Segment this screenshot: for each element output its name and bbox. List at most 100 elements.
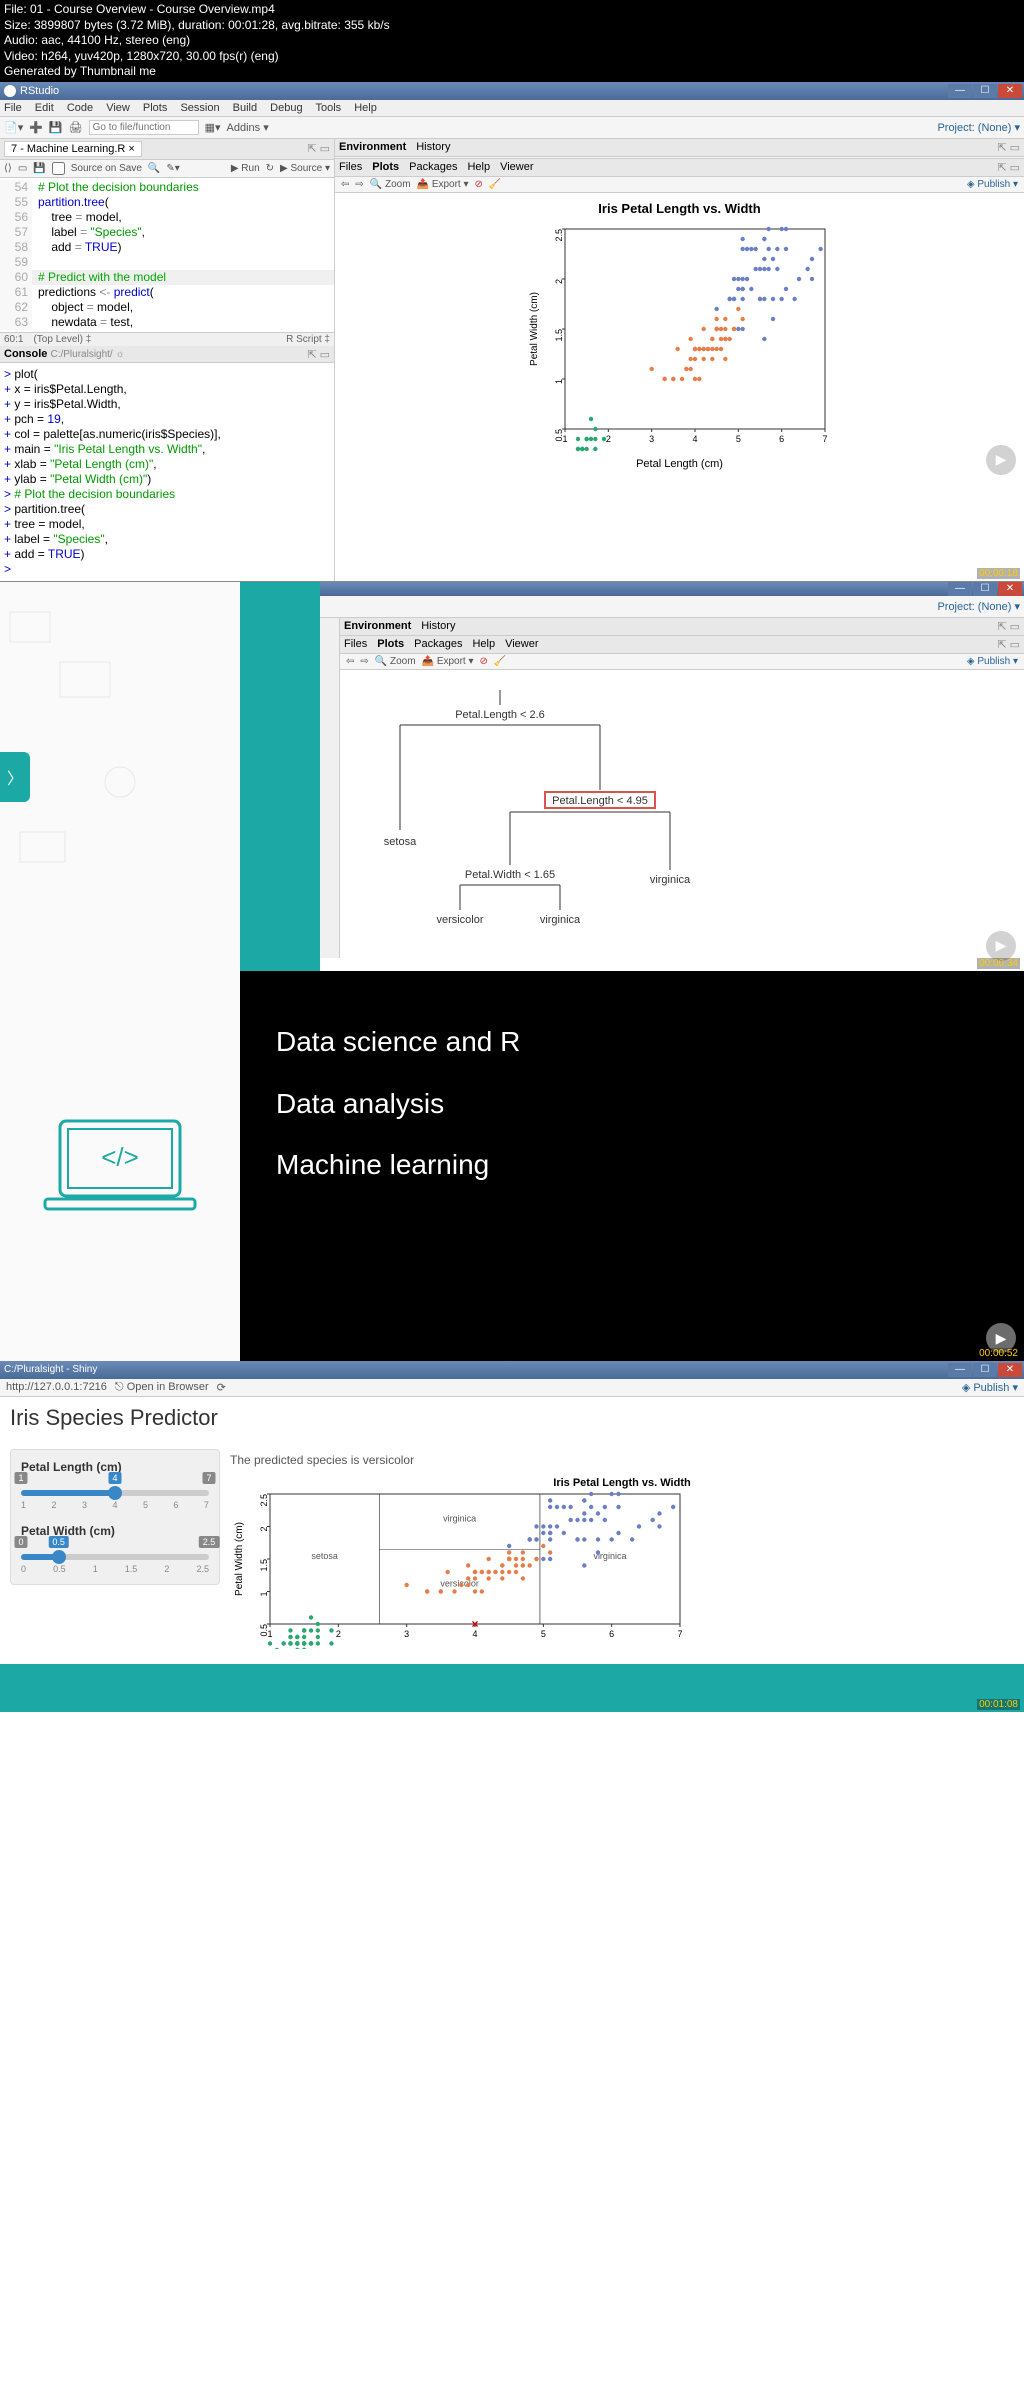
slider1[interactable]: 4 1 7 bbox=[21, 1490, 209, 1496]
minimize-button[interactable]: — bbox=[948, 582, 972, 596]
tab-files[interactable]: Files bbox=[344, 638, 367, 650]
svg-text:versicolor: versicolor bbox=[436, 914, 483, 926]
publish-button[interactable]: ◈ Publish ▾ bbox=[967, 179, 1018, 190]
remove-plot-icon[interactable]: ⊘ bbox=[475, 179, 483, 190]
slider2[interactable]: 0.5 0 2.5 bbox=[21, 1554, 209, 1560]
thumbnail-2: 〉 —☐✕ Project: (None) ▾ Environment Histo… bbox=[0, 581, 1024, 971]
tab-help[interactable]: Help bbox=[467, 161, 490, 173]
close-button[interactable]: ✕ bbox=[998, 582, 1022, 596]
open-browser-button[interactable]: ⎋ Open in Browser bbox=[115, 1381, 209, 1394]
shiny-titlebar: C:/Pluralsight - Shiny —☐✕ bbox=[0, 1361, 1024, 1379]
next-plot-icon[interactable]: ⇨ bbox=[355, 179, 363, 190]
goto-input[interactable] bbox=[89, 120, 199, 135]
show-in-new-icon[interactable]: ▭ bbox=[18, 163, 27, 174]
source-button[interactable]: ▶ Source ▾ bbox=[280, 163, 330, 174]
tab-packages[interactable]: Packages bbox=[409, 161, 457, 173]
tab-files[interactable]: Files bbox=[339, 161, 362, 173]
refresh-icon[interactable]: ⟳ bbox=[217, 1381, 226, 1394]
save-icon[interactable]: 💾 bbox=[33, 163, 45, 174]
run-button[interactable]: ▶ Run bbox=[231, 163, 260, 174]
remove-plot-icon[interactable]: ⊘ bbox=[480, 656, 488, 667]
maximize-button[interactable]: ☐ bbox=[973, 582, 997, 596]
tab-plots[interactable]: Plots bbox=[372, 161, 399, 173]
play-overlay-icon[interactable]: ▶ bbox=[986, 931, 1016, 961]
console[interactable]: > plot( + x = iris$Petal.Length, + y = i… bbox=[0, 363, 334, 581]
menu-file[interactable]: File bbox=[4, 102, 22, 114]
prev-plot-icon[interactable]: ⇦ bbox=[341, 179, 349, 190]
prev-plot-icon[interactable]: ⇦ bbox=[346, 656, 354, 667]
tab-packages[interactable]: Packages bbox=[414, 638, 462, 650]
open-file-icon[interactable]: ➕ bbox=[29, 121, 43, 134]
maximize-button[interactable]: ☐ bbox=[973, 1363, 997, 1377]
footer-strip bbox=[0, 1664, 1024, 1712]
publish-button[interactable]: ◈ Publish ▾ bbox=[967, 656, 1018, 667]
minimize-button[interactable]: — bbox=[948, 84, 972, 98]
project-selector[interactable]: Project: (None) ▾ bbox=[937, 121, 1020, 134]
grid-icon[interactable]: ▦▾ bbox=[205, 121, 221, 134]
slide-line-2: Data analysis bbox=[276, 1073, 988, 1135]
source-on-save-checkbox[interactable] bbox=[52, 162, 65, 175]
next-plot-icon[interactable]: ⇨ bbox=[360, 656, 368, 667]
window-title: RStudio bbox=[20, 85, 59, 97]
source-tab[interactable]: 7 - Machine Learning.R × bbox=[4, 141, 142, 157]
menu-view[interactable]: View bbox=[106, 102, 130, 114]
zoom-button[interactable]: 🔍 Zoom bbox=[375, 656, 416, 667]
tab-help[interactable]: Help bbox=[472, 638, 495, 650]
publish-button[interactable]: ◈ Publish ▾ bbox=[962, 1381, 1018, 1394]
pane-controls-icon[interactable]: ⇱ ▭ bbox=[997, 141, 1020, 154]
menu-edit[interactable]: Edit bbox=[35, 102, 54, 114]
code-editor[interactable]: 54# Plot the decision boundaries 55parti… bbox=[0, 178, 334, 332]
project-selector[interactable]: Project: (None) ▾ bbox=[937, 600, 1020, 613]
compile-icon[interactable]: ✎▾ bbox=[166, 163, 179, 174]
clear-all-icon[interactable]: 🧹 bbox=[494, 656, 506, 667]
menu-build[interactable]: Build bbox=[233, 102, 257, 114]
menu-debug[interactable]: Debug bbox=[270, 102, 302, 114]
svg-text:3: 3 bbox=[649, 434, 654, 444]
addins-button[interactable]: Addins ▾ bbox=[227, 121, 269, 134]
console-tab[interactable]: Console C:/Pluralsight/ ☼ ⇱ ▭ bbox=[0, 346, 334, 363]
menu-help[interactable]: Help bbox=[354, 102, 377, 114]
tab-viewer[interactable]: Viewer bbox=[505, 638, 538, 650]
menu-code[interactable]: Code bbox=[67, 102, 93, 114]
slide-graphic: 〉 bbox=[0, 582, 240, 971]
export-button[interactable]: 📤 Export ▾ bbox=[422, 656, 474, 667]
shiny-plot-title: Iris Petal Length vs. Width bbox=[230, 1477, 1014, 1489]
thumb-timestamp: 00:00:18 bbox=[977, 568, 1020, 579]
menu-plots[interactable]: Plots bbox=[143, 102, 167, 114]
rerun-icon[interactable]: ↻ bbox=[266, 163, 274, 174]
tab-history[interactable]: History bbox=[416, 141, 450, 153]
clear-all-icon[interactable]: 🧹 bbox=[489, 179, 501, 190]
back-icon[interactable]: ⟨⟩ bbox=[4, 163, 12, 174]
close-button[interactable]: ✕ bbox=[998, 84, 1022, 98]
menu-tools[interactable]: Tools bbox=[315, 102, 341, 114]
play-overlay-icon[interactable]: ▶ bbox=[986, 445, 1016, 475]
slide-graphic: </> bbox=[0, 971, 240, 1361]
svg-text:2: 2 bbox=[259, 1526, 269, 1531]
meta-audio: Audio: aac, 44100 Hz, stereo (eng) bbox=[4, 33, 1020, 49]
env-tabs: Environment History ⇱ ▭ bbox=[335, 139, 1024, 157]
save-icon[interactable]: 💾 bbox=[49, 121, 63, 134]
pane-controls-icon[interactable]: ⇱ ▭ bbox=[307, 142, 330, 155]
slider2-ticks: 00.511.522.5 bbox=[21, 1564, 209, 1574]
minimize-button[interactable]: — bbox=[948, 1363, 972, 1377]
tab-history[interactable]: History bbox=[421, 620, 455, 632]
svg-text:7: 7 bbox=[677, 1629, 682, 1639]
plot-toolbar: ⇦ ⇨ 🔍 Zoom 📤 Export ▾ ⊘ 🧹 ◈ Publish ▾ bbox=[335, 177, 1024, 193]
close-button[interactable]: ✕ bbox=[998, 1363, 1022, 1377]
main-toolbar: 📄▾ ➕ 💾 🖨 ▦▾ Addins ▾ Project: (None) ▾ bbox=[0, 117, 1024, 139]
pane-controls-icon[interactable]: ⇱ ▭ bbox=[997, 161, 1020, 174]
svg-text:1: 1 bbox=[259, 1591, 269, 1596]
wand-icon[interactable]: 🔍 bbox=[148, 163, 160, 174]
tab-plots[interactable]: Plots bbox=[377, 638, 404, 650]
svg-text:</>: </> bbox=[101, 1142, 139, 1172]
print-icon[interactable]: 🖨 bbox=[69, 121, 83, 134]
tab-viewer[interactable]: Viewer bbox=[500, 161, 533, 173]
maximize-button[interactable]: ☐ bbox=[973, 84, 997, 98]
tab-environment[interactable]: Environment bbox=[339, 141, 406, 153]
zoom-button[interactable]: 🔍 Zoom bbox=[370, 179, 411, 190]
menu-session[interactable]: Session bbox=[180, 102, 219, 114]
export-button[interactable]: 📤 Export ▾ bbox=[417, 179, 469, 190]
new-file-icon[interactable]: 📄▾ bbox=[4, 121, 23, 134]
tab-environment[interactable]: Environment bbox=[344, 620, 411, 632]
svg-text:Petal Width (cm): Petal Width (cm) bbox=[529, 292, 540, 366]
